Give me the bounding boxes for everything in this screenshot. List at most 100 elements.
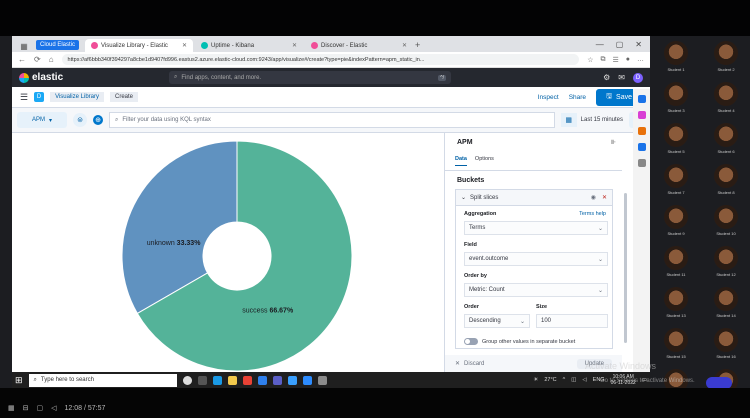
collapse-sidebar-icon[interactable]: ⊪ <box>611 139 616 146</box>
cloud-elastic-button[interactable]: Cloud Elastic <box>36 40 80 50</box>
store-icon[interactable] <box>257 375 267 385</box>
profile-icon[interactable]: ● <box>626 56 630 64</box>
participant-name: Student 14 <box>716 313 736 318</box>
participant-tile[interactable]: Student 9 <box>654 202 698 242</box>
participant-tile[interactable]: Student 2 <box>704 38 748 78</box>
close-tab-icon[interactable]: ✕ <box>182 42 187 49</box>
back-icon[interactable]: ← <box>18 55 26 64</box>
field-select[interactable]: event.outcome ⌄ <box>464 252 608 266</box>
add-extension-icon[interactable] <box>637 159 646 167</box>
copilot-icon[interactable] <box>637 111 646 119</box>
size-input[interactable]: 100 <box>536 314 608 328</box>
participant-tile[interactable]: Student 3 <box>654 79 698 119</box>
search-extension-icon[interactable] <box>637 95 646 103</box>
aggregation-select[interactable]: Terms ⌄ <box>464 221 608 235</box>
cortana-icon[interactable] <box>182 375 192 385</box>
grid-view-icon[interactable]: ▦ <box>8 404 15 412</box>
tab-discover[interactable]: Discover - Elastic ✕ <box>305 39 413 52</box>
teams-icon[interactable] <box>272 375 282 385</box>
chat-icon[interactable]: ▢ <box>37 404 44 412</box>
breadcrumb-visualize-library[interactable]: Visualize Library <box>50 92 104 102</box>
star-icon[interactable]: ☆ <box>587 56 593 64</box>
remove-bucket-icon[interactable]: ✕ <box>602 194 607 201</box>
discard-icon[interactable]: ✕ <box>455 360 460 367</box>
order-select[interactable]: Descending ⌄ <box>464 314 530 328</box>
calendar-icon[interactable]: ▦ <box>560 113 577 127</box>
group-other-switch[interactable] <box>464 338 478 345</box>
add-filter-icon[interactable]: ⊕ <box>93 115 103 125</box>
tab-data[interactable]: Data <box>455 156 467 166</box>
participant-tile[interactable]: Student 10 <box>704 202 748 242</box>
bucket-header[interactable]: ⌄ Split slices ◉ ✕ <box>456 190 612 206</box>
global-search-input[interactable]: ⌕ Find apps, content, and more. ^/ <box>169 71 451 84</box>
aggregation-value: Terms <box>469 225 486 231</box>
participant-tile[interactable]: Student 12 <box>704 243 748 283</box>
file-explorer-icon[interactable] <box>227 375 237 385</box>
chevron-down-icon[interactable]: ⌄ <box>461 194 466 201</box>
weather-icon[interactable]: ☀ <box>533 377 538 383</box>
minimize-icon[interactable]: — <box>596 40 604 49</box>
newsfeed-icon[interactable]: ✉ <box>618 73 625 82</box>
tray-chevron-icon[interactable]: ^ <box>563 377 566 383</box>
participant-tile[interactable]: Student 5 <box>654 120 698 160</box>
search-icon: ⌕ <box>33 376 37 383</box>
new-tab-icon[interactable]: + <box>415 40 420 50</box>
edge-icon[interactable] <box>212 375 222 385</box>
speaker-icon[interactable]: ◁ <box>51 404 56 412</box>
kql-query-input[interactable]: ⌕ Filter your data using KQL syntax <box>109 112 555 128</box>
discard-button[interactable]: Discard <box>464 361 484 367</box>
window-menu-icon[interactable]: ▦ <box>14 40 34 52</box>
close-window-icon[interactable]: ✕ <box>635 40 642 49</box>
app-icon[interactable] <box>317 375 327 385</box>
sidebar-scrollbar[interactable] <box>624 193 627 343</box>
participant-tile[interactable]: Student 11 <box>654 243 698 283</box>
network-icon[interactable]: ◫ <box>571 377 576 383</box>
participant-tile[interactable]: Student 14 <box>704 284 748 324</box>
url-field[interactable]: https://af6bbb340f394297a8cbe1d9407fd996… <box>61 54 580 65</box>
space-avatar-icon[interactable]: D <box>34 92 45 102</box>
eye-icon[interactable]: ◉ <box>591 194 596 201</box>
elastic-logo[interactable]: elastic <box>19 72 169 83</box>
refresh-icon[interactable]: ⟳ <box>34 55 41 64</box>
participant-tile[interactable]: Student 7 <box>654 161 698 201</box>
hamburger-menu-icon[interactable]: ☰ <box>20 92 28 103</box>
participant-tile[interactable]: Student 13 <box>654 284 698 324</box>
index-pattern-select[interactable]: APM ▾ <box>17 112 67 128</box>
chrome-icon[interactable] <box>242 375 252 385</box>
tab-options[interactable]: Options <box>475 156 494 166</box>
user-avatar[interactable]: D <box>633 72 643 83</box>
office-icon[interactable] <box>637 127 646 135</box>
extensions-icon[interactable]: ⧉ <box>600 56 605 64</box>
inspect-link[interactable]: Inspect <box>538 94 559 101</box>
participant-tile[interactable]: Student 4 <box>704 79 748 119</box>
help-icon[interactable]: ⚙ <box>603 73 610 82</box>
tab-visualize-library[interactable]: Visualize Library - Elastic ✕ <box>85 39 194 52</box>
order-by-select[interactable]: Metric: Count ⌄ <box>464 283 608 297</box>
tab-uptime[interactable]: Uptime - Kibana ✕ <box>195 39 303 52</box>
task-view-icon[interactable] <box>197 375 207 385</box>
terms-help-link[interactable]: Terms help <box>579 211 606 217</box>
participant-tile[interactable]: Student 8 <box>704 161 748 201</box>
time-picker[interactable]: ▦ Last 15 minutes <box>560 113 623 127</box>
outlook-icon[interactable] <box>637 143 646 151</box>
participant-tile[interactable]: Student 15 <box>654 325 698 365</box>
aggregation-label: Aggregation <box>464 211 497 217</box>
close-tab-icon[interactable]: ✕ <box>402 42 407 49</box>
share-link[interactable]: Share <box>569 94 586 101</box>
vscode-icon[interactable] <box>287 375 297 385</box>
order-value: Descending <box>469 318 501 324</box>
participant-tile[interactable]: Student 1 <box>654 38 698 78</box>
favorites-icon[interactable]: ☰ <box>612 56 618 64</box>
close-tab-icon[interactable]: ✕ <box>292 42 297 49</box>
layout-icon[interactable]: ⊟ <box>23 404 29 412</box>
more-icon[interactable]: … <box>637 56 644 64</box>
participant-tile[interactable]: Student 6 <box>704 120 748 160</box>
volume-icon[interactable]: ◁ <box>582 377 586 383</box>
home-icon[interactable]: ⌂ <box>49 55 54 64</box>
taskbar-search-input[interactable]: ⌕ Type here to search <box>28 373 177 387</box>
windows-start-icon[interactable]: ⊞ <box>15 375 23 386</box>
participant-tile[interactable]: Student 16 <box>704 325 748 365</box>
zoom-icon[interactable] <box>302 375 312 385</box>
maximize-icon[interactable]: ▢ <box>616 40 624 49</box>
saved-query-icon[interactable]: ⊜ <box>73 113 87 127</box>
